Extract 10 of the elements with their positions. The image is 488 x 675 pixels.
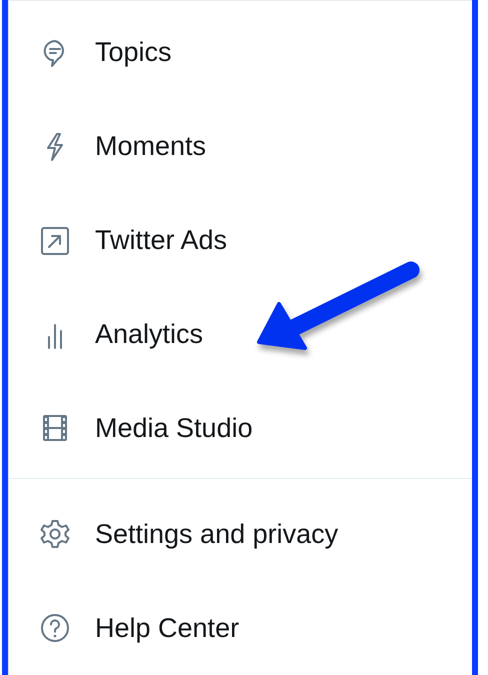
help-icon <box>39 612 71 644</box>
menu-item-label[interactable]: Help Center <box>95 612 240 644</box>
menu-item-label[interactable]: Topics <box>95 37 172 68</box>
menu-item-label[interactable]: Twitter Ads <box>95 225 228 256</box>
menu-item-label[interactable]: Analytics <box>95 319 204 350</box>
arrow-box-icon <box>39 224 71 257</box>
menu-item-label[interactable]: Media Studio <box>95 412 253 444</box>
settings-icon <box>39 518 71 550</box>
menu-item-label[interactable]: Moments <box>95 131 206 162</box>
menu-item-label[interactable]: Settings and privacy <box>95 518 338 550</box>
